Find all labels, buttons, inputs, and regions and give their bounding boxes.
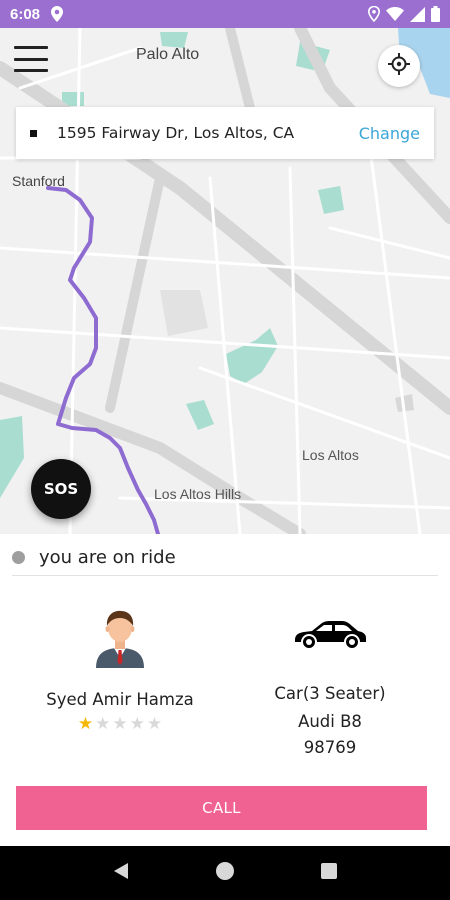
status-bar: 6:08: [0, 0, 450, 28]
location-pin-icon: [50, 6, 64, 22]
car-type: Car(3 Seater): [274, 684, 386, 703]
locate-me-button[interactable]: [378, 45, 420, 87]
map-label-stanford: Stanford: [12, 173, 65, 189]
star-icon: ★: [146, 714, 163, 734]
star-icon: ★: [129, 714, 145, 734]
driver-rating: ★ ★ ★ ★ ★: [20, 715, 220, 733]
battery-icon: [431, 6, 440, 22]
destination-card: 1595 Fairway Dr, Los Altos, CA Change: [16, 107, 434, 159]
driver-name: Syed Amir Hamza: [46, 690, 194, 709]
home-icon[interactable]: [214, 860, 236, 886]
car-model: Audi B8: [298, 712, 362, 731]
map-view[interactable]: Palo Alto Stanford Los Altos Los Altos H…: [0, 28, 450, 534]
driver-avatar-icon: [96, 610, 144, 668]
car-icon: [295, 621, 366, 650]
ride-status-bar: you are on ride: [12, 540, 438, 576]
call-button[interactable]: CALL: [16, 786, 427, 830]
change-destination-link[interactable]: Change: [359, 124, 420, 143]
destination-address: 1595 Fairway Dr, Los Altos, CA: [57, 124, 295, 142]
signal-icon: [410, 6, 425, 22]
recents-icon[interactable]: [320, 862, 338, 884]
map-canvas: [0, 28, 450, 534]
ride-status-text: you are on ride: [39, 547, 176, 568]
car-info: Car(3 Seater) Audi B8 98769: [230, 600, 430, 761]
status-icons: [368, 6, 440, 22]
status-time: 6:08: [10, 5, 41, 23]
back-icon[interactable]: [112, 862, 130, 884]
star-icon: ★: [95, 714, 111, 734]
wifi-icon: [386, 7, 404, 21]
location-icon: [368, 6, 380, 22]
sos-button[interactable]: SOS: [31, 459, 91, 519]
star-icon: ★: [77, 714, 94, 734]
hamburger-menu-icon[interactable]: [14, 46, 48, 72]
star-icon: ★: [112, 714, 128, 734]
map-label-los-altos: Los Altos: [302, 447, 359, 463]
destination-square-icon: [30, 129, 37, 137]
crosshair-icon: [388, 53, 410, 79]
status-dot-icon: [12, 551, 25, 564]
map-label-palo-alto: Palo Alto: [136, 46, 200, 63]
car-plate-number: 98769: [303, 738, 357, 757]
navigation-bar: [0, 846, 450, 900]
map-label-los-altos-hills: Los Altos Hills: [154, 486, 242, 502]
driver-info: Syed Amir Hamza ★ ★ ★ ★ ★: [20, 600, 220, 733]
